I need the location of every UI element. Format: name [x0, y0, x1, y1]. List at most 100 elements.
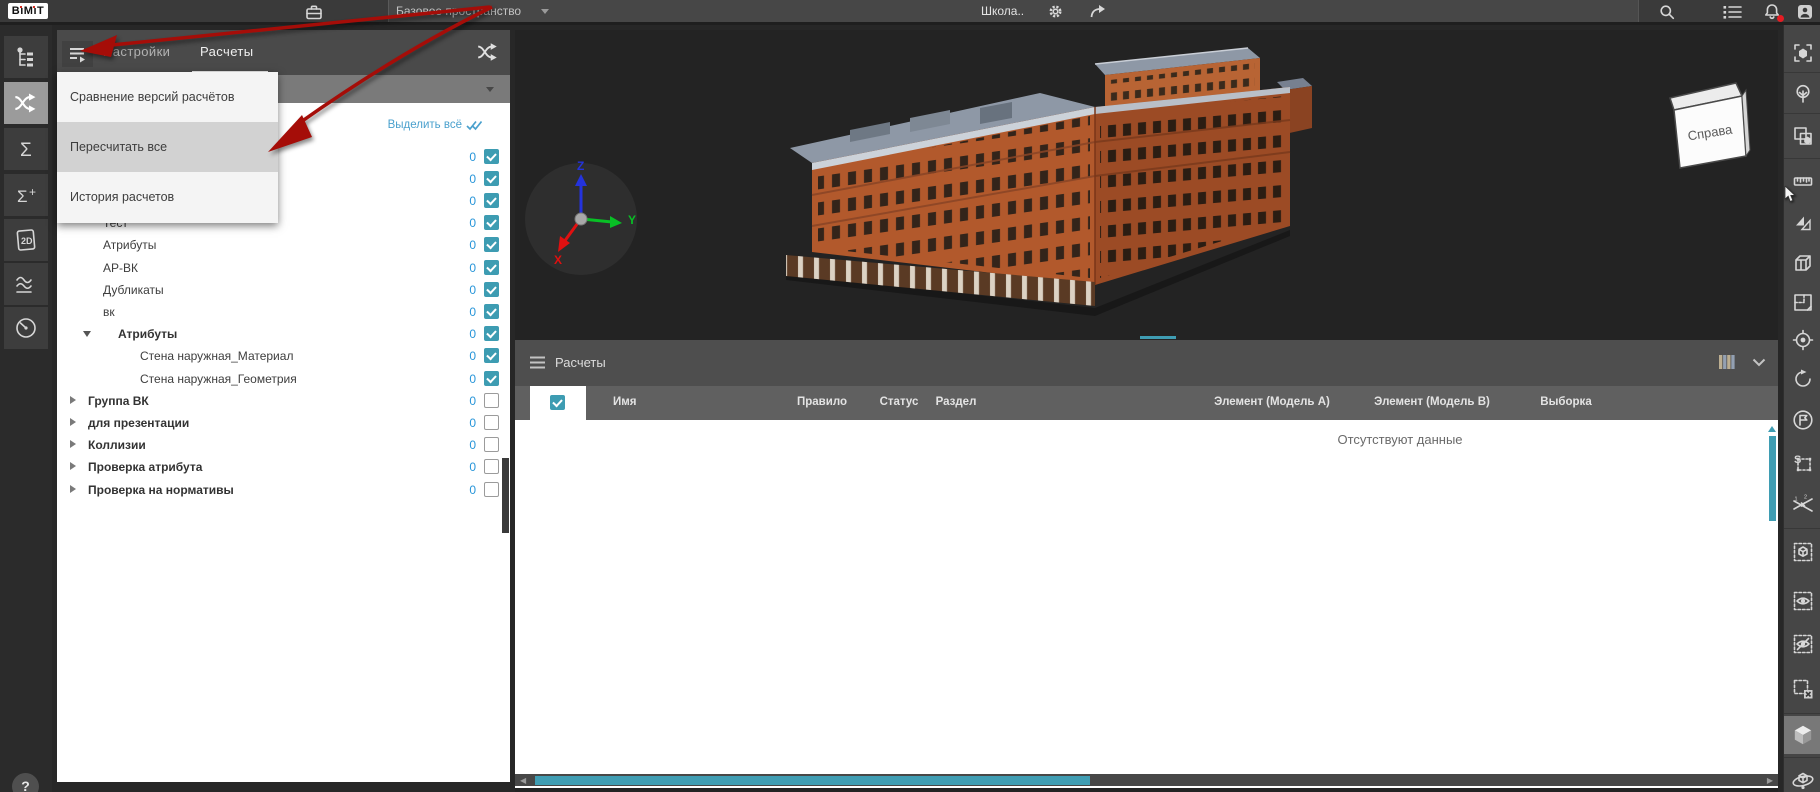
- column-header[interactable]: Выборка: [1540, 396, 1591, 408]
- charts-icon[interactable]: [4, 263, 48, 305]
- search-icon[interactable]: [1659, 4, 1675, 20]
- copy-selection-icon[interactable]: [1784, 117, 1820, 155]
- workspace-selector[interactable]: Базовое пространство: [396, 0, 521, 22]
- tree-row[interactable]: Стена наружная_Геометрия 0: [57, 369, 510, 389]
- select-all-link[interactable]: Выделить всё: [388, 119, 482, 131]
- expander-closed-icon[interactable]: [70, 462, 76, 470]
- tree-group-row[interactable]: для презентации 0: [57, 413, 510, 433]
- dashboard-gauge-icon[interactable]: [4, 307, 48, 349]
- tree-row[interactable]: Атрибуты 0: [57, 235, 510, 255]
- hide-eye-icon[interactable]: [1784, 625, 1820, 663]
- rotate-circle-icon[interactable]: [1784, 360, 1820, 398]
- column-header[interactable]: Раздел: [936, 396, 977, 408]
- tree-group-row[interactable]: Коллизии 0: [57, 435, 510, 455]
- columns-icon[interactable]: [1718, 354, 1736, 370]
- column-header[interactable]: Элемент (Модель B): [1374, 396, 1490, 408]
- project-settings-gear-icon[interactable]: [1048, 4, 1063, 19]
- row-checkbox[interactable]: [484, 282, 499, 297]
- collapse-chevron-icon[interactable]: [1752, 358, 1766, 367]
- account-icon[interactable]: [1797, 4, 1813, 20]
- share-icon[interactable]: [1089, 4, 1106, 19]
- row-checkbox[interactable]: [484, 171, 499, 186]
- row-checkbox[interactable]: [484, 437, 499, 452]
- row-checkbox[interactable]: [484, 348, 499, 363]
- axis-intersections-icon[interactable]: 12: [1784, 486, 1820, 524]
- menu-item-recalculate-all[interactable]: Пересчитать все: [57, 122, 278, 172]
- show-eye-icon[interactable]: [1784, 582, 1820, 620]
- environment-tree-icon[interactable]: [1784, 75, 1820, 113]
- sum-icon[interactable]: Σ: [4, 128, 48, 170]
- tree-row[interactable]: вк 0: [57, 302, 510, 322]
- row-checkbox[interactable]: [484, 459, 499, 474]
- expander-open-icon[interactable]: [83, 331, 91, 337]
- panel-menu-arrow-button[interactable]: [62, 41, 93, 67]
- column-header[interactable]: Имя: [613, 396, 636, 408]
- column-header[interactable]: Правило: [797, 396, 847, 408]
- table-vertical-scrollbar[interactable]: [1769, 436, 1776, 521]
- row-checkbox[interactable]: [484, 149, 499, 164]
- row-checkbox[interactable]: [484, 260, 499, 275]
- table-scroll-up-arrow[interactable]: [1768, 426, 1776, 432]
- panel-menu-icon[interactable]: [529, 356, 546, 369]
- sum-add-icon[interactable]: Σ +: [4, 174, 48, 216]
- tree-scrollbar-thumb[interactable]: [502, 458, 509, 533]
- panel-resize-handle[interactable]: [1140, 336, 1176, 339]
- column-header[interactable]: Элемент (Модель A): [1214, 396, 1330, 408]
- clip-box-icon[interactable]: [1784, 244, 1820, 282]
- target-point-icon[interactable]: [1784, 321, 1820, 359]
- briefcase-icon[interactable]: [305, 4, 323, 20]
- menu-item-history[interactable]: История расчетов: [57, 172, 278, 222]
- tree-group-row[interactable]: Группа ВК 0: [57, 391, 510, 411]
- model-tree-icon[interactable]: [4, 36, 48, 78]
- tree-group-row[interactable]: Атрибуты 0: [57, 324, 510, 344]
- scroll-left-arrow[interactable]: ◀: [520, 776, 526, 785]
- notifications-bell-icon[interactable]: [1763, 3, 1784, 22]
- notification-badge: [1777, 15, 1784, 22]
- orbit-view-cube-icon[interactable]: [1784, 761, 1820, 792]
- tab-settings[interactable]: Настройки: [103, 44, 170, 59]
- row-checkbox[interactable]: [484, 215, 499, 230]
- clear-selection-icon[interactable]: [1784, 670, 1820, 708]
- flag-point-icon[interactable]: [1784, 401, 1820, 439]
- tree-row[interactable]: Стена наружная_Материал 0: [57, 346, 510, 366]
- list-menu-icon[interactable]: [1723, 5, 1742, 19]
- table-horizontal-scrollbar-thumb[interactable]: [535, 775, 1090, 785]
- tree-row[interactable]: Дубликаты 0: [57, 280, 510, 300]
- tree-row[interactable]: АР-ВК 0: [57, 258, 510, 278]
- expander-closed-icon[interactable]: [70, 396, 76, 404]
- top-bar: BıMıT Базовое пространство Школа..: [0, 0, 1820, 25]
- table-select-all-checkbox[interactable]: [550, 395, 565, 410]
- scroll-right-arrow[interactable]: ▶: [1767, 776, 1773, 785]
- tab-calculations[interactable]: Расчеты: [200, 44, 254, 59]
- row-checkbox[interactable]: [484, 482, 499, 497]
- row-checkbox[interactable]: [484, 304, 499, 319]
- building-model[interactable]: [700, 30, 1360, 345]
- expander-closed-icon[interactable]: [70, 485, 76, 493]
- row-checkbox[interactable]: [484, 326, 499, 341]
- svg-text:Σ: Σ: [20, 140, 32, 161]
- expander-closed-icon[interactable]: [70, 418, 76, 426]
- 2d-view-icon[interactable]: 2D: [4, 219, 48, 261]
- menu-item-compare-versions[interactable]: Сравнение версий расчётов: [57, 72, 278, 122]
- expander-closed-icon[interactable]: [70, 440, 76, 448]
- show-selection-cube-icon[interactable]: [1784, 533, 1820, 571]
- row-checkbox[interactable]: [484, 393, 499, 408]
- row-checkbox[interactable]: [484, 371, 499, 386]
- calculations-panel: Расчеты Имя Правило Статус Раздел Элемен…: [515, 340, 1778, 788]
- table-horizontal-scrollbar-track[interactable]: ◀ ▶: [515, 774, 1778, 786]
- nav-cube[interactable]: Справа: [1660, 70, 1765, 175]
- tree-group-row[interactable]: Проверка атрибута 0: [57, 457, 510, 477]
- column-header[interactable]: Статус: [880, 396, 919, 408]
- focus-selection-icon[interactable]: [1784, 34, 1820, 72]
- tree-group-row[interactable]: Проверка на нормативы 0: [57, 480, 510, 500]
- floor-plan-icon[interactable]: [1784, 283, 1820, 321]
- s-selection-icon[interactable]: S: [1784, 444, 1820, 482]
- row-checkbox[interactable]: [484, 193, 499, 208]
- help-button[interactable]: ?: [12, 773, 39, 792]
- solid-view-cube-icon[interactable]: [1784, 716, 1820, 754]
- row-checkbox[interactable]: [484, 415, 499, 430]
- flip-section-icon[interactable]: [1784, 204, 1820, 242]
- panel-compare-shuffle-icon[interactable]: [476, 42, 500, 62]
- compare-shuffle-icon[interactable]: [4, 82, 48, 124]
- row-checkbox[interactable]: [484, 237, 499, 252]
